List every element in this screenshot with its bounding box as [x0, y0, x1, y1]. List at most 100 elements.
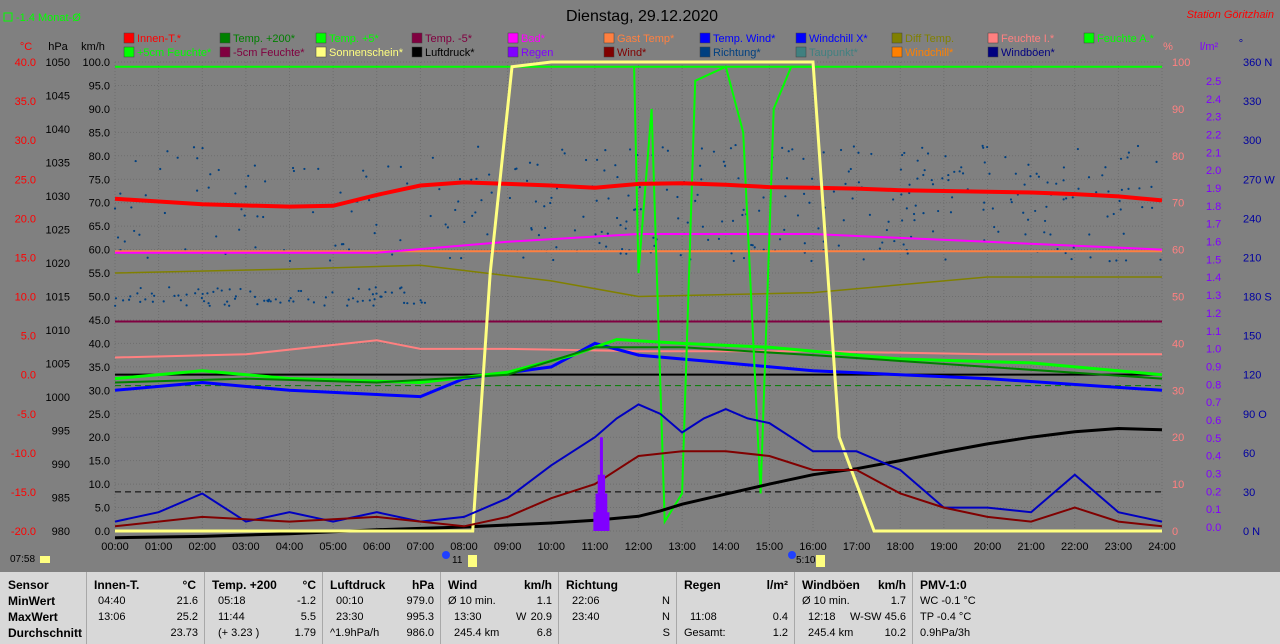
legend-swatch	[123, 32, 135, 44]
direction-dot	[600, 230, 603, 233]
direction-dot	[604, 149, 607, 152]
direction-dot	[930, 178, 933, 182]
stats-time: 12:18	[808, 611, 836, 623]
stats-col-regen: Regen l/m² 11:08 0.4 Gesamt: 1.2	[676, 572, 795, 644]
direction-dot	[372, 304, 375, 307]
direction-dot	[852, 145, 855, 148]
tick-label-kmh: 80.0	[89, 151, 110, 163]
unit-celsius: °C	[20, 41, 32, 53]
stats-col-luftdruck: Luftdruck hPa 00:10 979.0 23:30 995.3 ^1.9h…	[322, 572, 441, 644]
tick-label-direction: 360 N	[1243, 57, 1272, 69]
direction-dot	[900, 219, 904, 222]
direction-dot	[234, 295, 238, 298]
direction-dot	[1126, 156, 1129, 159]
tick-label-hpa: 980	[52, 526, 70, 538]
tick-label-celsius: 25.0	[15, 174, 36, 186]
direction-dot	[1062, 166, 1066, 169]
direction-dot	[947, 173, 950, 177]
direction-dot	[299, 289, 303, 293]
direction-dot	[114, 297, 118, 300]
tick-label-percent: 40	[1172, 338, 1184, 350]
stats-col-wind: Wind km/h Ø 10 min. 1.1 13:30 W 20.9 245.4 k…	[440, 572, 559, 644]
direction-dot	[598, 241, 601, 245]
direction-dot	[233, 297, 237, 300]
direction-dot	[878, 247, 881, 250]
stats-value: 23.73	[170, 627, 198, 639]
legend-label: Diff Temp.	[905, 33, 954, 45]
stats-unit: °C	[302, 578, 316, 592]
direction-dot	[949, 211, 953, 214]
direction-dot	[423, 301, 427, 304]
direction-dot	[868, 213, 872, 216]
moon-b-time: 5:10	[796, 555, 816, 566]
tick-label-celsius: 15.0	[15, 252, 36, 264]
tick-label-time: 09:00	[494, 541, 522, 553]
direction-dot	[514, 168, 517, 171]
stats-time: Ø 10 min.	[802, 595, 850, 607]
direction-dot	[528, 161, 532, 164]
tick-label-lm2: 0.3	[1206, 468, 1221, 480]
direction-dot	[184, 248, 187, 251]
direction-dot	[1138, 187, 1141, 190]
direction-dot	[177, 294, 180, 297]
direction-dot	[661, 146, 664, 149]
direction-dot	[254, 246, 257, 249]
direction-dot	[837, 244, 840, 247]
direction-dot	[732, 259, 735, 263]
direction-dot	[399, 239, 402, 242]
direction-dot	[796, 214, 800, 217]
direction-dot	[944, 155, 947, 158]
stats-value: 1.79	[294, 627, 316, 639]
direction-dot	[981, 144, 984, 147]
direction-dot	[133, 229, 136, 233]
direction-dot	[351, 297, 355, 300]
legend-label: Feuchte A.*	[1097, 33, 1155, 45]
direction-dot	[1037, 175, 1041, 178]
direction-dot	[561, 148, 564, 151]
direction-dot	[563, 152, 566, 155]
stats-value: 1.2	[772, 627, 788, 639]
direction-dot	[944, 258, 947, 261]
direction-dot	[887, 220, 890, 223]
direction-dot	[264, 180, 267, 183]
direction-dot	[139, 286, 142, 290]
tick-label-percent: 20	[1172, 432, 1184, 444]
legend-swatch	[795, 46, 807, 58]
direction-dot	[536, 163, 539, 166]
direction-dot	[908, 183, 911, 186]
stats-time: 245.4 km	[808, 627, 854, 639]
direction-dot	[292, 169, 296, 173]
direction-dot	[238, 228, 241, 231]
direction-dot	[817, 227, 820, 230]
direction-dot	[781, 146, 784, 150]
stats-time: ^1.9hPa/h	[330, 627, 380, 639]
tick-label-hpa: 1050	[46, 57, 70, 69]
direction-dot	[1076, 147, 1079, 151]
direction-dot	[638, 186, 641, 189]
direction-dot	[192, 146, 196, 149]
tick-label-percent: 90	[1172, 104, 1184, 116]
direction-dot	[253, 164, 256, 167]
direction-dot	[201, 146, 204, 150]
direction-dot	[947, 179, 950, 182]
legend-swatch	[315, 46, 327, 58]
direction-dot	[1124, 259, 1128, 262]
direction-dot	[303, 167, 306, 171]
direction-dot	[163, 211, 166, 215]
direction-dot	[741, 213, 744, 217]
direction-dot	[150, 292, 153, 295]
direction-dot	[916, 177, 919, 180]
direction-dot	[373, 232, 376, 235]
direction-dot	[1026, 218, 1030, 221]
tick-label-kmh: 75.0	[89, 174, 110, 186]
direction-dot	[1088, 233, 1091, 236]
stats-time: 23:40	[572, 611, 600, 623]
legend-swatch	[795, 32, 807, 44]
stats-value: 21.6	[176, 595, 198, 607]
direction-dot	[347, 298, 350, 301]
stats-unit: km/h	[523, 578, 552, 592]
direction-dot	[993, 225, 996, 229]
direction-dot	[931, 230, 935, 233]
tick-label-hpa: 995	[52, 426, 70, 438]
stats-header: Innen-T.	[94, 578, 140, 592]
